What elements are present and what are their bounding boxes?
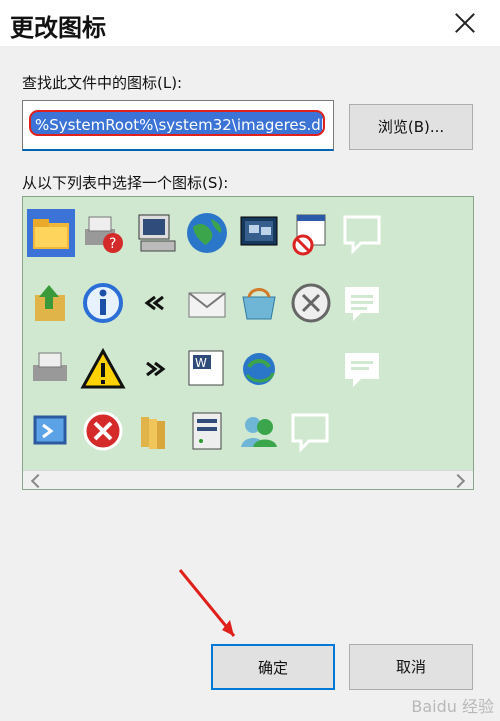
restore-icon[interactable] — [27, 407, 75, 455]
svg-text:W: W — [195, 356, 207, 370]
list-label: 从以下列表中选择一个图标(S): — [22, 174, 229, 192]
double-right-icon[interactable] — [131, 345, 179, 393]
blocked-window-icon[interactable] — [287, 209, 335, 257]
horizontal-scrollbar[interactable] — [23, 470, 473, 489]
find-label: 查找此文件中的图标(L): — [22, 74, 183, 92]
scroll-left-icon[interactable] — [30, 473, 46, 489]
error-icon[interactable] — [79, 407, 127, 455]
double-left-icon[interactable] — [131, 279, 179, 327]
server-icon[interactable] — [183, 407, 231, 455]
dialog-title: 更改图标 — [10, 14, 106, 42]
warning-icon[interactable] — [79, 345, 127, 393]
basket-icon[interactable] — [235, 279, 283, 327]
info-icon[interactable] — [79, 279, 127, 327]
word-doc-icon[interactable]: W — [183, 345, 231, 393]
watermark: Baidu 经验 — [411, 697, 494, 716]
printer-icon[interactable] — [27, 345, 75, 393]
folder-icon[interactable] — [27, 209, 75, 257]
cancel-button[interactable]: 取消 — [349, 644, 473, 690]
users-icon[interactable] — [235, 407, 283, 455]
computer-icon[interactable] — [131, 209, 179, 257]
svg-text:?: ? — [109, 236, 116, 252]
note-bubble-2-icon[interactable] — [339, 345, 387, 393]
path-value[interactable]: %SystemRoot%\system32\imageres.dll — [29, 110, 325, 136]
mail-icon[interactable] — [183, 279, 231, 327]
scroll-right-icon[interactable] — [450, 473, 466, 489]
folders-icon[interactable] — [131, 407, 179, 455]
browse-button[interactable]: 浏览(B)... — [349, 104, 473, 150]
path-field[interactable]: %SystemRoot%\system32\imageres.dll — [22, 100, 334, 151]
ie-globe-icon[interactable] — [235, 345, 283, 393]
icon-list[interactable]: ? W — [22, 196, 474, 490]
change-icon-dialog: 更改图标 查找此文件中的图标(L): %SystemRoot%\system32… — [0, 0, 500, 721]
cancel-circle-icon[interactable] — [287, 279, 335, 327]
monitor-windows-icon[interactable] — [235, 209, 283, 257]
folder-up-icon[interactable] — [27, 279, 75, 327]
annotation-arrow — [178, 569, 236, 637]
note-bubble-icon[interactable] — [339, 279, 387, 327]
ok-button[interactable]: 确定 — [211, 644, 335, 690]
chat-bubble-icon[interactable] — [287, 407, 335, 455]
close-icon[interactable] — [454, 12, 476, 34]
printer-help-icon[interactable]: ? — [79, 209, 127, 257]
title-bar: 更改图标 — [0, 0, 500, 46]
speech-bubble-icon[interactable] — [339, 209, 387, 257]
globe-icon[interactable] — [183, 209, 231, 257]
